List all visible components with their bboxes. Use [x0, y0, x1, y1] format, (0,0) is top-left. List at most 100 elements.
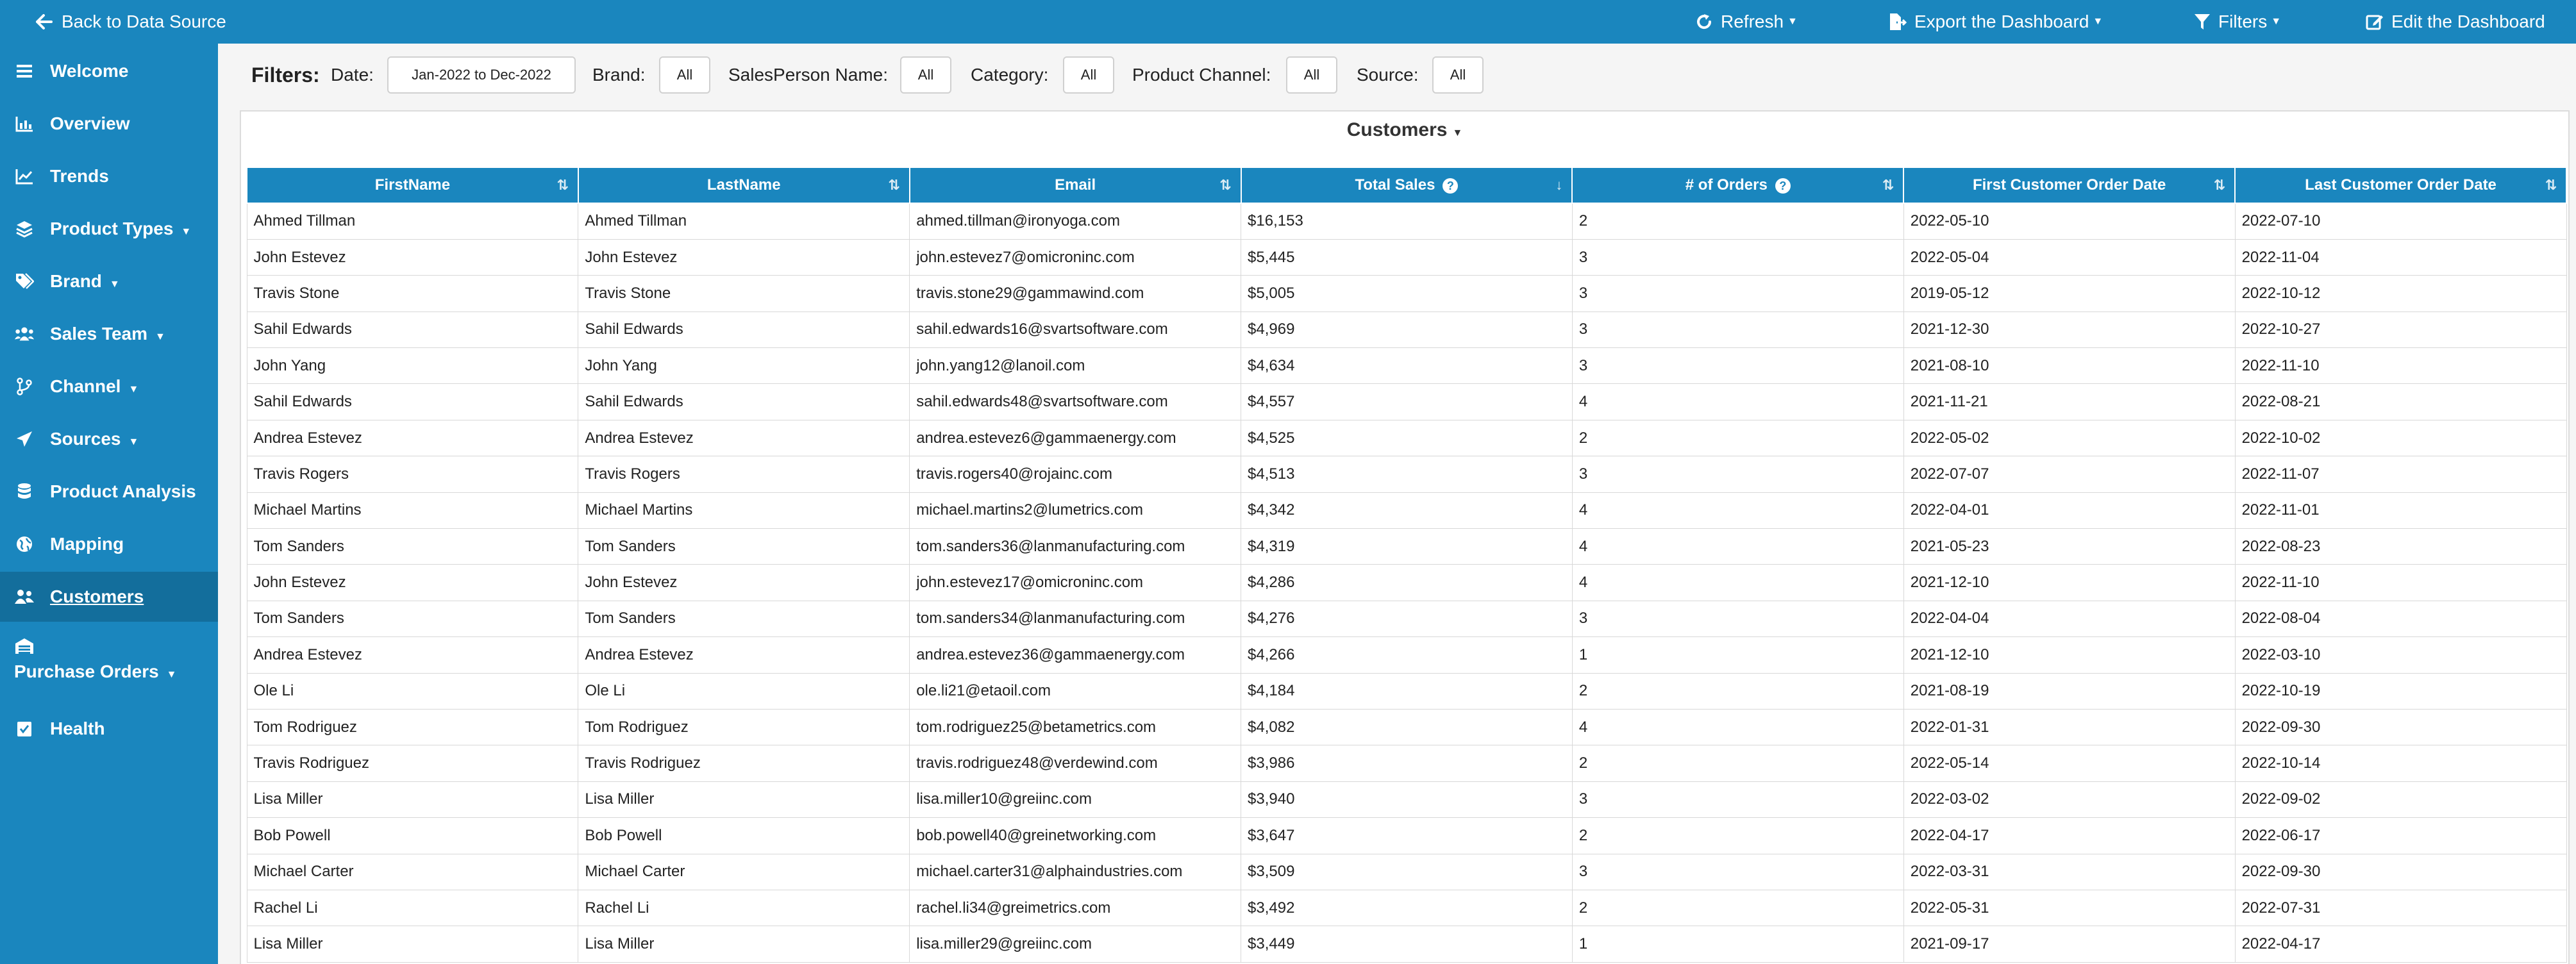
- product-channel-filter-label: Product Channel:: [1132, 65, 1271, 85]
- table-row[interactable]: John Estevez John Estevez john.estevez17@o…: [246, 564, 2567, 601]
- sidebar-item-overview[interactable]: Overview: [0, 99, 218, 149]
- firstname-cell: Travis Rogers: [246, 456, 579, 493]
- table-row[interactable]: Travis Stone Travis Stone travis.stone29@g…: [246, 275, 2567, 312]
- export-dashboard-button[interactable]: Export the Dashboard ▼: [1887, 12, 2103, 32]
- filter-icon: [2195, 14, 2210, 29]
- last-order-date-cell: 2022-09-02: [2234, 781, 2567, 819]
- column-header-lastname[interactable]: LastName ⇅: [577, 167, 910, 204]
- column-header-total-sales[interactable]: Total Sales? ↓: [1240, 167, 1573, 204]
- orders-cell: 3: [1571, 456, 1904, 493]
- table-row[interactable]: Tom Rodriguez Tom Rodriguez tom.rodriguez2…: [246, 708, 2567, 746]
- sidebar-item-mapping[interactable]: Mapping: [0, 519, 218, 569]
- source-filter-select[interactable]: All: [1432, 56, 1484, 94]
- lastname-cell: Rachel Li: [578, 889, 910, 927]
- total-sales-cell: $3,492: [1241, 889, 1573, 927]
- table-row[interactable]: Rachel Li Rachel Li rachel.li34@greimetric…: [246, 889, 2567, 927]
- source-filter-label: Source:: [1357, 65, 1419, 85]
- last-order-date-cell: 2022-08-23: [2234, 528, 2567, 565]
- sidebar-item-trends[interactable]: Trends: [0, 151, 218, 201]
- firstname-cell: Tom Rodriguez: [246, 708, 579, 746]
- branch-icon: [14, 376, 35, 397]
- email-cell: andrea.estevez6@gammaenergy.com: [909, 419, 1242, 457]
- sidebar-item-sources[interactable]: Sources ▼: [0, 414, 218, 464]
- table-row[interactable]: Travis Rogers Travis Rogers travis.rogers4…: [246, 456, 2567, 493]
- table-row[interactable]: Michael Martins Michael Martins michael.ma…: [246, 492, 2567, 529]
- email-cell: sahil.edwards48@svartsoftware.com: [909, 383, 1242, 420]
- help-icon[interactable]: ?: [1443, 178, 1459, 194]
- sidebar-item-label: Sources: [50, 429, 121, 449]
- total-sales-cell: $4,557: [1241, 383, 1573, 420]
- column-header-num-orders[interactable]: # of Orders? ⇅: [1571, 167, 1905, 204]
- table-row[interactable]: John Estevez John Estevez john.estevez7@om…: [246, 238, 2567, 276]
- table-row[interactable]: Ahmed Tillman Ahmed Tillman ahmed.tillman@…: [246, 203, 2567, 240]
- edit-dashboard-button[interactable]: Edit the Dashboard: [2366, 12, 2545, 32]
- table-row[interactable]: John Yang John Yang john.yang12@lanoil.com…: [246, 347, 2567, 385]
- table-row[interactable]: Andrea Estevez Andrea Estevez andrea.estev…: [246, 419, 2567, 457]
- table-row[interactable]: Tom Sanders Tom Sanders tom.sanders36@lanm…: [246, 528, 2567, 565]
- tags-icon: [14, 271, 35, 292]
- lastname-cell: Lisa Miller: [578, 781, 910, 819]
- sort-icon[interactable]: ⇅: [2214, 177, 2225, 194]
- sidebar-item-label: Welcome: [50, 61, 129, 81]
- brand-filter-select[interactable]: All: [659, 56, 710, 94]
- table-row[interactable]: Lisa Miller Lisa Miller lisa.miller29@grei…: [246, 926, 2567, 963]
- chevron-down-icon: ▼: [1452, 128, 1463, 138]
- last-order-date-cell: 2022-11-10: [2234, 347, 2567, 385]
- sidebar-item-sales-team[interactable]: Sales Team ▼: [0, 309, 218, 359]
- column-header-first-order-date[interactable]: First Customer Order Date ⇅: [1903, 167, 2236, 204]
- firstname-cell: John Estevez: [246, 238, 579, 276]
- sidebar-item-purchase-orders[interactable]: Purchase Orders ▼: [0, 624, 218, 695]
- table-row[interactable]: Bob Powell Bob Powell bob.powell40@greinet…: [246, 817, 2567, 854]
- refresh-label: Refresh: [1721, 12, 1784, 31]
- sort-icon[interactable]: ⇅: [1219, 177, 1231, 194]
- orders-cell: 1: [1571, 926, 1904, 963]
- table-row[interactable]: Sahil Edwards Sahil Edwards sahil.edwards1…: [246, 311, 2567, 349]
- customers-table: FirstName ⇅ LastName ⇅ Email ⇅ Total Sales?…: [246, 167, 2567, 963]
- date-filter-label: Date:: [331, 65, 374, 85]
- table-row[interactable]: Travis Rodriguez Travis Rodriguez travis.r…: [246, 745, 2567, 782]
- sidebar-item-product-analysis[interactable]: Product Analysis: [0, 467, 218, 517]
- sort-desc-icon[interactable]: ↓: [1555, 177, 1562, 194]
- sort-icon[interactable]: ⇅: [2545, 177, 2557, 194]
- first-order-date-cell: 2021-12-10: [1903, 636, 2236, 674]
- table-row[interactable]: Lisa Miller Lisa Miller lisa.miller10@grei…: [246, 781, 2567, 819]
- panel-title[interactable]: Customers ▼: [241, 119, 2568, 141]
- date-filter-select[interactable]: Jan-2022 to Dec-2022: [387, 56, 576, 94]
- table-row[interactable]: Michael Carter Michael Carter michael.cart…: [246, 853, 2567, 890]
- table-row[interactable]: Ole Li Ole Li ole.li21@etaoil.com $4,184 2 20…: [246, 672, 2567, 710]
- table-header-row: FirstName ⇅ LastName ⇅ Email ⇅ Total Sales?…: [246, 167, 2567, 204]
- sidebar-item-brand[interactable]: Brand ▼: [0, 256, 218, 306]
- product-channel-filter-select[interactable]: All: [1286, 56, 1337, 94]
- sort-icon[interactable]: ⇅: [556, 177, 568, 194]
- column-header-last-order-date[interactable]: Last Customer Order Date ⇅: [2234, 167, 2567, 204]
- column-header-email[interactable]: Email ⇅: [908, 167, 1242, 204]
- last-order-date-cell: 2022-03-10: [2234, 636, 2567, 674]
- lastname-cell: Michael Carter: [578, 853, 910, 890]
- sort-icon[interactable]: ⇅: [1882, 177, 1894, 194]
- total-sales-cell: $3,986: [1241, 745, 1573, 782]
- sidebar-item-product-types[interactable]: Product Types ▼: [0, 204, 218, 254]
- last-order-date-cell: 2022-11-04: [2234, 238, 2567, 276]
- lastname-cell: Andrea Estevez: [578, 419, 910, 457]
- salesperson-filter-select[interactable]: All: [900, 56, 951, 94]
- sidebar-item-label: Brand: [50, 271, 102, 291]
- email-cell: rachel.li34@greimetrics.com: [909, 889, 1242, 927]
- category-filter-select[interactable]: All: [1063, 56, 1114, 94]
- sidebar-item-channel[interactable]: Channel ▼: [0, 362, 218, 411]
- sidebar-item-customers[interactable]: Customers: [0, 572, 218, 622]
- first-order-date-cell: 2021-11-21: [1903, 383, 2236, 420]
- orders-cell: 4: [1571, 708, 1904, 746]
- lastname-cell: Tom Rodriguez: [578, 708, 910, 746]
- table-row[interactable]: Andrea Estevez Andrea Estevez andrea.estev…: [246, 636, 2567, 674]
- category-filter-label: Category:: [971, 65, 1049, 85]
- table-row[interactable]: Tom Sanders Tom Sanders tom.sanders34@lanm…: [246, 600, 2567, 638]
- column-header-firstname[interactable]: FirstName ⇅: [246, 167, 579, 204]
- filters-menu-button[interactable]: Filters ▼: [2194, 12, 2281, 32]
- last-order-date-cell: 2022-07-10: [2234, 203, 2567, 240]
- sort-icon[interactable]: ⇅: [888, 177, 899, 194]
- table-row[interactable]: Sahil Edwards Sahil Edwards sahil.edwards4…: [246, 383, 2567, 420]
- refresh-button[interactable]: Refresh ▼: [1695, 12, 1798, 32]
- sidebar-item-health[interactable]: Health: [0, 704, 218, 754]
- help-icon[interactable]: ?: [1775, 178, 1791, 194]
- sidebar-item-welcome[interactable]: Welcome: [0, 46, 218, 96]
